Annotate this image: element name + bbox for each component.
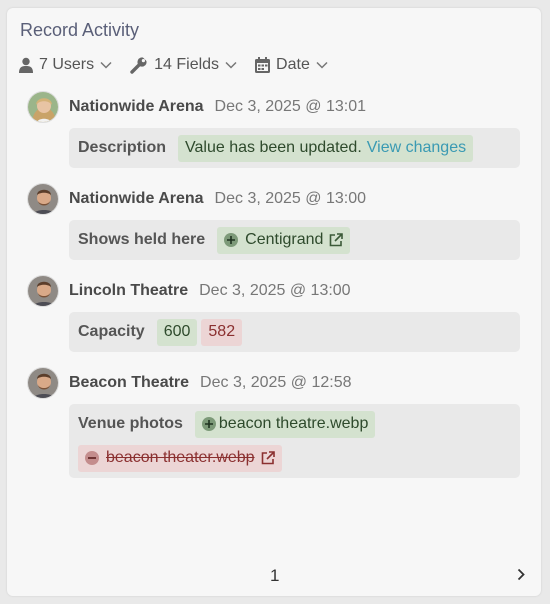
change-card: Capacity 600 582	[69, 312, 520, 352]
fields-filter-label: 14 Fields	[154, 56, 220, 73]
record-activity-panel: Record Activity 7 Users 14 Fields Date N…	[7, 8, 541, 596]
field-name: Description	[78, 139, 167, 156]
view-changes-link[interactable]: View changes	[367, 139, 466, 157]
chevron-right-icon[interactable]	[517, 568, 525, 581]
activity-entry: Beacon Theatre Dec 3, 2025 @ 12:58 Venue…	[27, 366, 521, 478]
removed-file-name: beacon theater.webp	[106, 449, 255, 466]
change-card: Description Value has been updated. View…	[69, 128, 520, 168]
added-record-chip[interactable]: Centigrand	[217, 226, 351, 254]
chevron-down-icon	[316, 61, 328, 69]
filter-bar: 7 Users 14 Fields Date	[19, 55, 346, 75]
calendar-icon	[255, 57, 271, 73]
entry-user-name[interactable]: Nationwide Arena	[69, 190, 204, 208]
entry-user-name[interactable]: Nationwide Arena	[69, 98, 204, 116]
panel-title: Record Activity	[20, 20, 140, 40]
wrench-icon	[130, 57, 148, 74]
change-text: Value has been updated.	[185, 139, 362, 156]
plus-icon	[201, 417, 216, 431]
entry-timestamp: Dec 3, 2025 @ 13:00	[214, 190, 366, 207]
field-name: Venue photos	[78, 415, 183, 432]
current-page-number[interactable]: 1	[270, 566, 279, 586]
plus-icon	[224, 233, 239, 247]
entry-timestamp: Dec 3, 2025 @ 12:58	[200, 374, 352, 391]
entry-user-name[interactable]: Lincoln Theatre	[69, 282, 188, 300]
old-value-chip: 582	[201, 318, 243, 346]
user-icon	[19, 57, 33, 73]
avatar	[27, 91, 59, 123]
users-filter[interactable]: 7 Users	[19, 56, 112, 74]
external-link-icon[interactable]	[261, 451, 275, 465]
avatar	[27, 183, 59, 215]
removed-file-chip[interactable]: beacon theater.webp	[78, 444, 282, 472]
avatar	[27, 367, 59, 399]
pagination: 1	[7, 566, 541, 586]
activity-entry: Lincoln Theatre Dec 3, 2025 @ 13:00 Capa…	[27, 274, 521, 352]
activity-entry: Nationwide Arena Dec 3, 2025 @ 13:00 Sho…	[27, 182, 521, 260]
field-name: Capacity	[78, 323, 145, 340]
updated-value-chip: Value has been updated. View changes	[178, 134, 474, 162]
date-filter-label: Date	[276, 56, 310, 73]
external-link-icon[interactable]	[329, 233, 344, 247]
users-filter-label: 7 Users	[39, 56, 95, 73]
field-name: Shows held here	[78, 231, 206, 248]
activity-entry: Nationwide Arena Dec 3, 2025 @ 13:01 Des…	[27, 90, 521, 168]
entry-user-name[interactable]: Beacon Theatre	[69, 374, 189, 392]
added-file-chip[interactable]: beacon theatre.webp	[194, 410, 376, 438]
minus-icon	[85, 451, 99, 465]
chevron-down-icon	[225, 61, 237, 69]
added-file-name: beacon theatre.webp	[218, 415, 369, 432]
entry-timestamp: Dec 3, 2025 @ 13:00	[199, 282, 351, 299]
fields-filter[interactable]: 14 Fields	[130, 56, 237, 74]
added-value: Centigrand	[245, 231, 324, 248]
avatar	[27, 275, 59, 307]
date-filter[interactable]: Date	[255, 56, 328, 74]
new-value-chip: 600	[156, 318, 198, 346]
change-card: Shows held here Centigrand	[69, 220, 520, 260]
chevron-down-icon	[100, 61, 112, 69]
entry-timestamp: Dec 3, 2025 @ 13:01	[214, 98, 366, 115]
change-card: Venue photos beacon theatre.webp beacon …	[69, 404, 520, 478]
